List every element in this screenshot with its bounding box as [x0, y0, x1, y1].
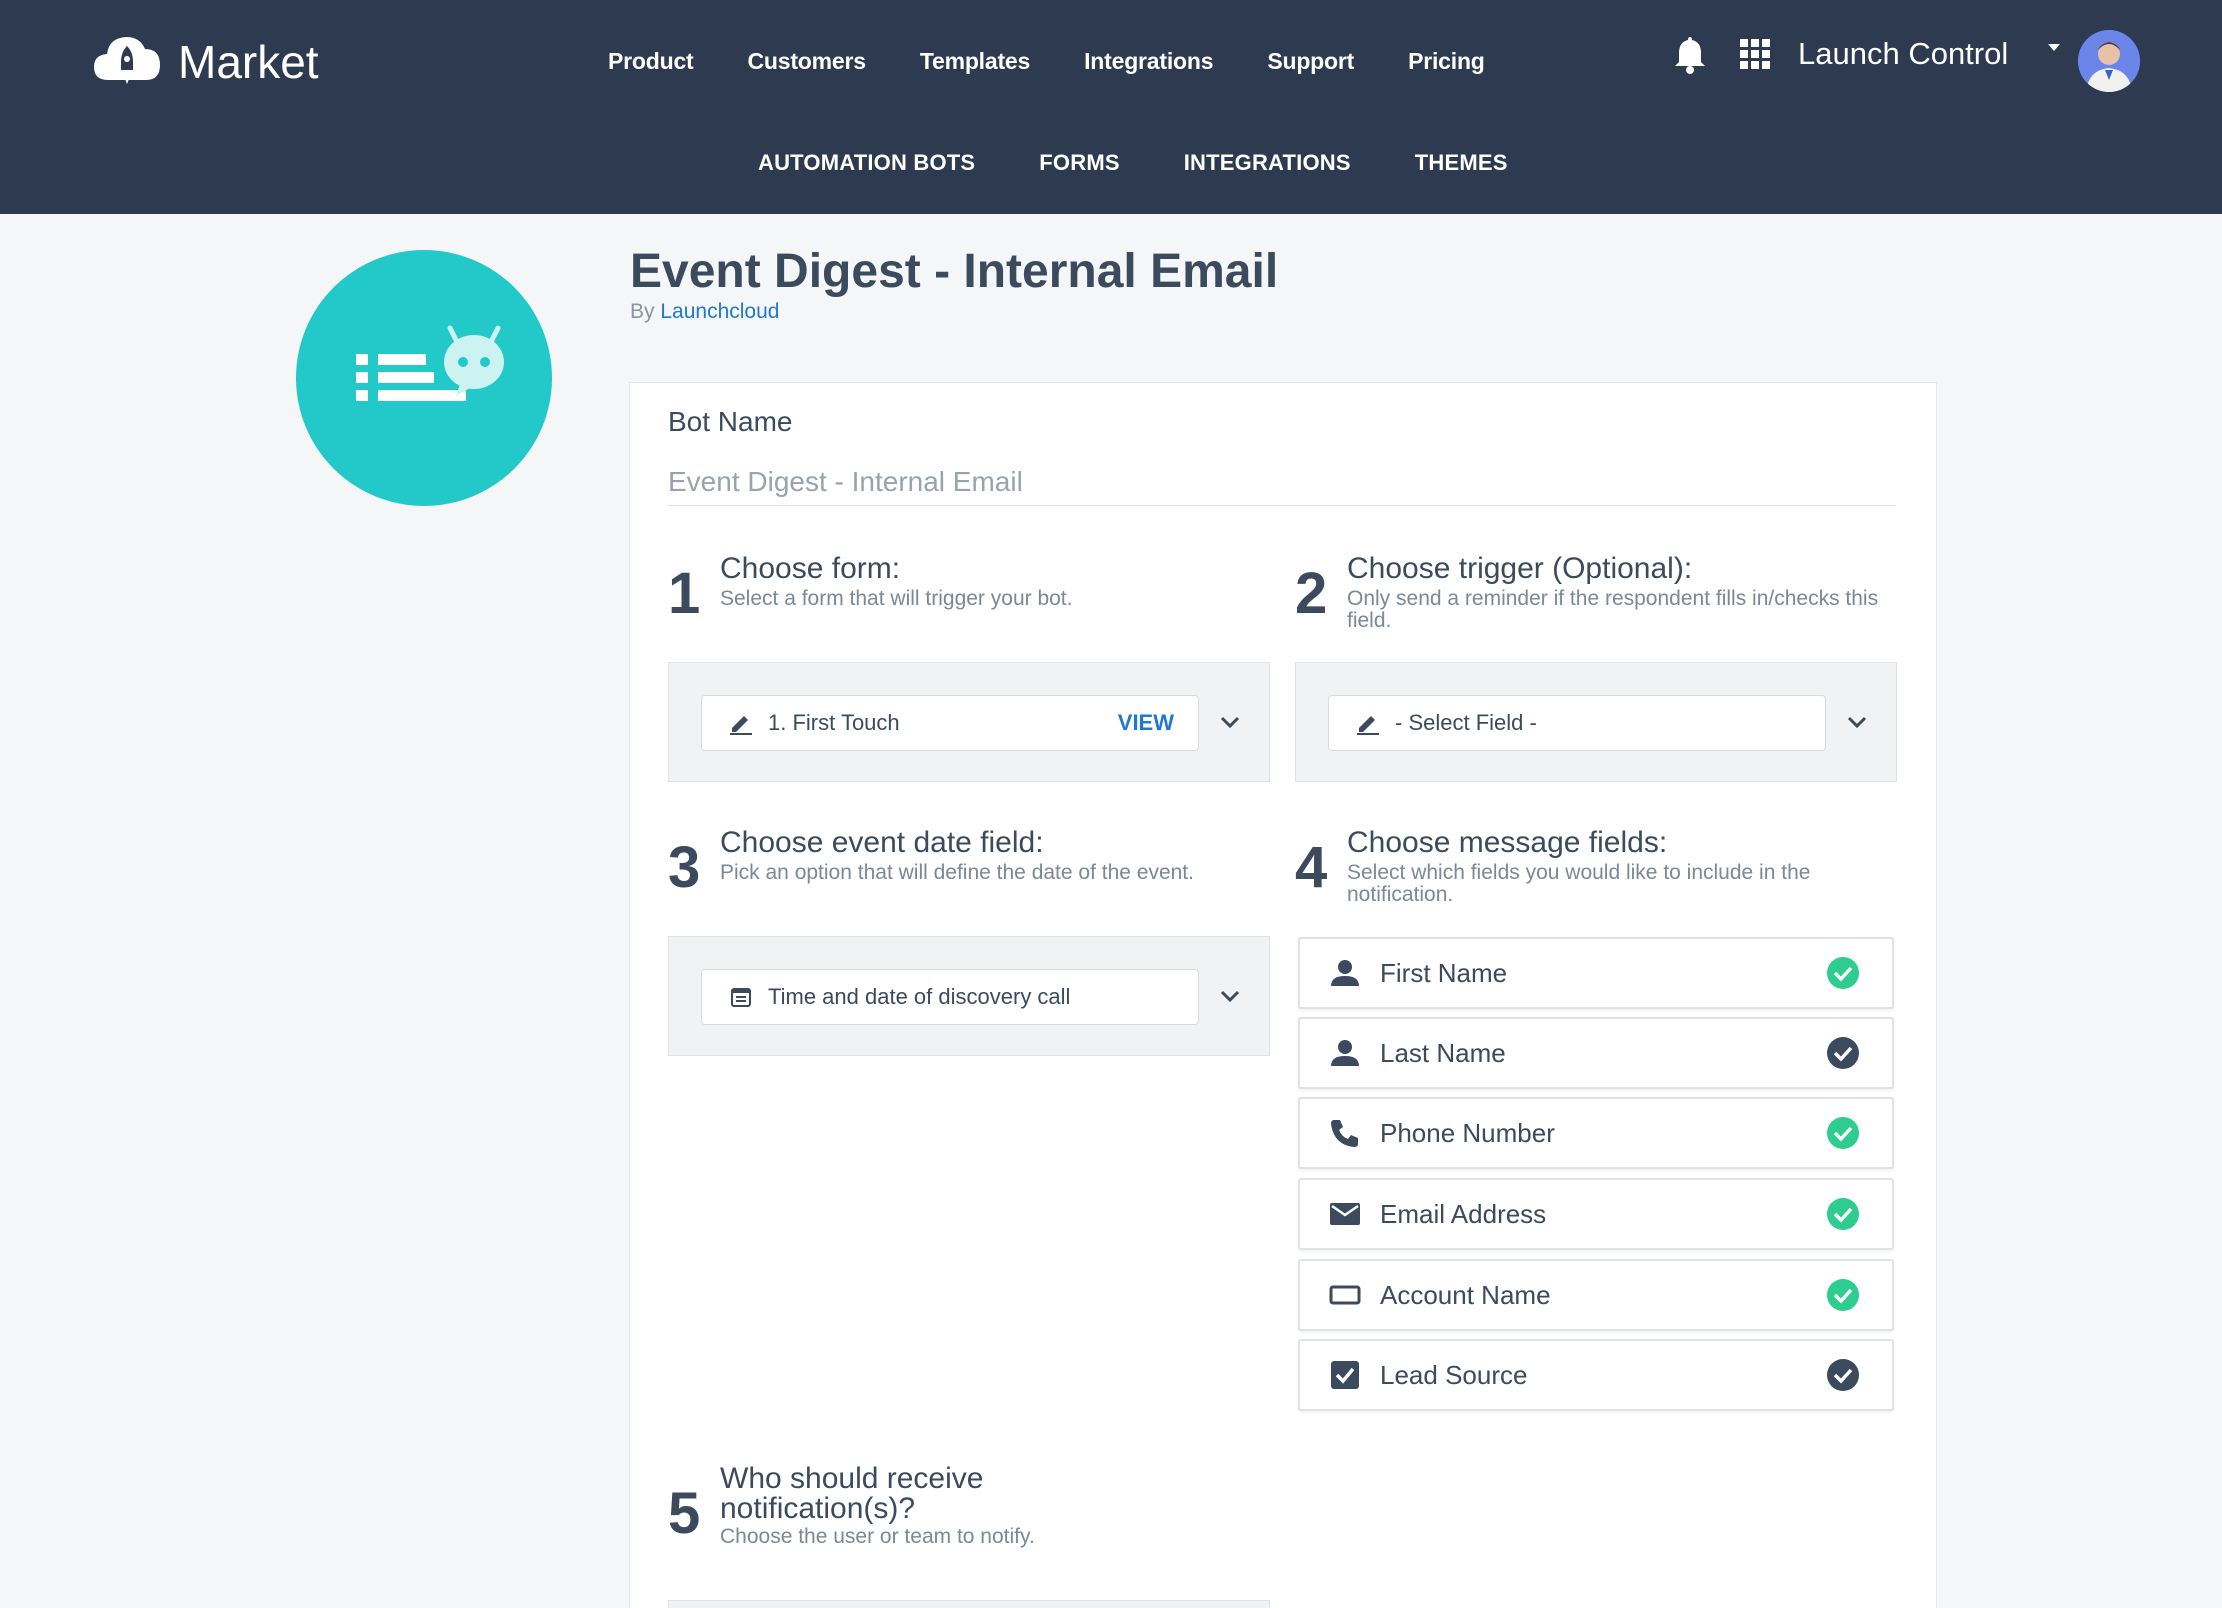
- chevron-down-icon[interactable]: [1217, 983, 1243, 1009]
- chevron-down-icon[interactable]: [1844, 709, 1870, 735]
- main-nav: Product Customers Templates Integrations…: [608, 48, 1539, 75]
- nav-pricing[interactable]: Pricing: [1408, 48, 1485, 75]
- check-circle-icon[interactable]: [1826, 1036, 1860, 1070]
- nav-templates[interactable]: Templates: [920, 48, 1030, 75]
- step-description: Select which fields you would like to in…: [1347, 861, 1811, 906]
- step-number: 1: [668, 561, 701, 626]
- apps-grid-icon[interactable]: [1740, 39, 1770, 69]
- trigger-select-value: - Select Field -: [1395, 710, 1537, 735]
- field-label: Phone Number: [1380, 1117, 1555, 1148]
- trigger-field-select[interactable]: - Select Field -: [1328, 695, 1826, 751]
- rectangle-icon: [1329, 1285, 1361, 1305]
- message-field-account-name[interactable]: Account Name: [1298, 1259, 1894, 1331]
- envelope-icon: [1330, 1203, 1360, 1225]
- author-link[interactable]: Launchcloud: [660, 300, 779, 323]
- caret-down-icon[interactable]: [2048, 43, 2061, 51]
- step-title: Choose event date field:: [720, 826, 1044, 859]
- message-field-email-address[interactable]: Email Address: [1298, 1178, 1894, 1250]
- cloud-rocket-logo-icon: [94, 37, 160, 84]
- brand[interactable]: Market: [90, 28, 319, 96]
- phone-icon: [1331, 1120, 1358, 1147]
- event-date-select-panel: Time and date of discovery call: [668, 936, 1270, 1056]
- form-select[interactable]: 1. First Touch VIEW: [701, 695, 1199, 751]
- pencil-icon: [730, 716, 752, 735]
- message-field-phone-number[interactable]: Phone Number: [1298, 1097, 1894, 1169]
- check-circle-icon[interactable]: [1826, 1197, 1860, 1231]
- recipient-select-panel[interactable]: [668, 1600, 1270, 1608]
- bell-icon[interactable]: [1672, 34, 1708, 74]
- page-title: Event Digest - Internal Email: [630, 245, 1279, 298]
- message-field-last-name[interactable]: Last Name: [1298, 1017, 1894, 1089]
- step-number: 3: [668, 835, 701, 900]
- step-number: 4: [1295, 835, 1328, 900]
- form-select-panel: 1. First Touch VIEW: [668, 662, 1270, 782]
- check-circle-icon[interactable]: [1826, 956, 1860, 990]
- subnav-integrations[interactable]: INTEGRATIONS: [1184, 150, 1351, 176]
- step-description: Pick an option that will define the date…: [720, 861, 1194, 884]
- nav-product[interactable]: Product: [608, 48, 694, 75]
- nav-support[interactable]: Support: [1267, 48, 1354, 75]
- field-label: Last Name: [1380, 1037, 1506, 1068]
- top-navigation-bar: Market Product Customers Templates Integ…: [0, 0, 2222, 214]
- chevron-down-icon[interactable]: [1217, 709, 1243, 735]
- step-title: Choose form:: [720, 552, 901, 585]
- event-date-select-value: Time and date of discovery call: [768, 984, 1071, 1009]
- bot-name-label: Bot Name: [668, 406, 793, 437]
- step-title: Who should receive notification(s)?: [720, 1462, 984, 1525]
- subnav-themes[interactable]: THEMES: [1415, 150, 1508, 176]
- step-description: Only send a reminder if the respondent f…: [1347, 587, 1879, 632]
- message-field-first-name[interactable]: First Name: [1298, 937, 1894, 1009]
- nav-integrations[interactable]: Integrations: [1084, 48, 1213, 75]
- event-date-select[interactable]: Time and date of discovery call: [701, 969, 1199, 1025]
- subnav-forms[interactable]: FORMS: [1039, 150, 1119, 176]
- list-robot-icon: [356, 325, 504, 401]
- field-label: Lead Source: [1380, 1359, 1528, 1390]
- view-form-link[interactable]: VIEW: [1118, 710, 1174, 736]
- user-avatar[interactable]: [2078, 30, 2140, 92]
- step-number: 2: [1295, 561, 1328, 626]
- check-circle-icon[interactable]: [1826, 1278, 1860, 1312]
- account-controls: Launch Control: [1672, 34, 2061, 74]
- checkbox-icon: [1331, 1361, 1359, 1389]
- step-title: Choose message fields:: [1347, 826, 1668, 859]
- nav-customers[interactable]: Customers: [748, 48, 867, 75]
- step-description: Choose the user or team to notify.: [720, 1525, 1035, 1548]
- bot-name-input[interactable]: [668, 458, 1896, 506]
- message-field-lead-source[interactable]: Lead Source: [1298, 1339, 1894, 1411]
- byline: By Launchcloud: [630, 300, 779, 324]
- pencil-icon: [1357, 716, 1379, 735]
- subnav-automation-bots[interactable]: AUTOMATION BOTS: [758, 150, 975, 176]
- form-select-value: 1. First Touch: [768, 710, 900, 735]
- step-title: Choose trigger (Optional):: [1347, 552, 1693, 585]
- check-circle-icon[interactable]: [1826, 1116, 1860, 1150]
- trigger-select-panel: - Select Field -: [1295, 662, 1897, 782]
- field-label: Email Address: [1380, 1198, 1547, 1229]
- avatar-photo-icon: [2078, 30, 2140, 92]
- check-circle-icon[interactable]: [1826, 1358, 1860, 1392]
- field-label: Account Name: [1380, 1279, 1551, 1310]
- bot-logo: [296, 250, 552, 506]
- field-label: First Name: [1380, 957, 1508, 988]
- step-number: 5: [668, 1481, 701, 1546]
- workspace-name[interactable]: Launch Control: [1798, 36, 2008, 72]
- step-description: Select a form that will trigger your bot…: [720, 587, 1073, 610]
- byline-prefix: By: [630, 300, 655, 323]
- brand-name: Market: [178, 36, 319, 88]
- person-icon: [1331, 1040, 1359, 1066]
- person-icon: [1331, 960, 1359, 986]
- calendar-icon: [731, 988, 751, 1007]
- sub-nav: AUTOMATION BOTS FORMS INTEGRATIONS THEME…: [758, 150, 1572, 176]
